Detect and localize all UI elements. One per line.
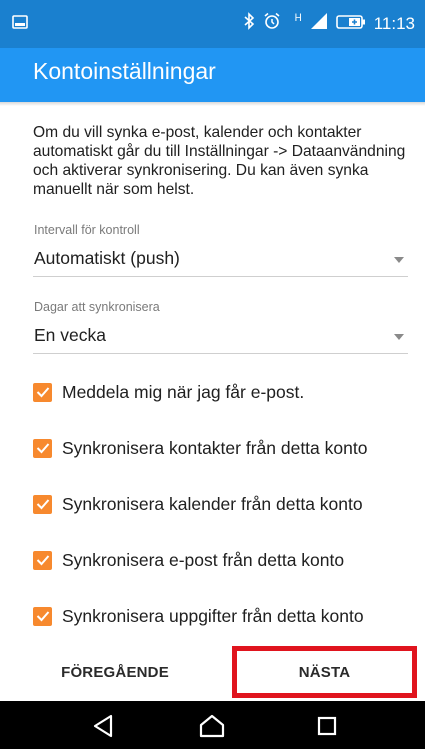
dropdown-arrow-icon — [394, 257, 404, 263]
highlight-box — [232, 646, 417, 698]
checkbox-label: Synkronisera uppgifter från detta konto — [62, 605, 364, 626]
page-title: Kontoinställningar — [33, 58, 216, 84]
home-icon[interactable] — [198, 713, 226, 739]
sync-info-text: Om du vill synka e-post, kalender och ko… — [33, 124, 406, 198]
checkbox-checked-icon — [33, 550, 52, 570]
sync-tasks-checkbox[interactable]: Synkronisera uppgifter från detta konto — [33, 601, 364, 631]
app-bar-shadow — [0, 102, 425, 106]
alarm-icon — [263, 12, 281, 35]
sync-contacts-checkbox[interactable]: Synkronisera kontakter från detta konto — [33, 433, 367, 463]
sync-email-checkbox[interactable]: Synkronisera e-post från detta konto — [33, 545, 344, 575]
network-type-label: H — [294, 13, 302, 24]
checkbox-checked-icon — [33, 494, 52, 514]
dropdown-arrow-icon — [394, 334, 404, 340]
sync-days-dropdown[interactable]: En vecka — [33, 320, 408, 354]
checkbox-checked-icon — [33, 606, 52, 626]
checkbox-label: Synkronisera e-post från detta konto — [62, 549, 345, 570]
sync-days-label: Dagar att synkronisera — [34, 300, 160, 314]
sync-days-value: En vecka — [34, 325, 106, 345]
back-icon[interactable] — [89, 713, 117, 739]
gallery-icon — [12, 14, 28, 34]
check-interval-label: Intervall för kontroll — [34, 223, 140, 237]
status-bar: H 11:13 — [0, 0, 425, 48]
check-interval-dropdown[interactable]: Automatiskt (push) — [33, 243, 408, 277]
bluetooth-icon — [243, 12, 255, 35]
app-bar: Kontoinställningar — [0, 48, 425, 102]
checkbox-checked-icon — [33, 382, 52, 402]
clock: 11:13 — [373, 13, 415, 33]
battery-icon — [335, 14, 366, 34]
checkbox-label: Meddela mig när jag får e-post. — [62, 381, 305, 402]
notify-new-mail-checkbox[interactable]: Meddela mig när jag får e-post. — [33, 377, 304, 407]
recent-apps-icon[interactable] — [313, 713, 341, 739]
previous-button[interactable]: FÖREGÅENDE — [30, 646, 200, 698]
check-interval-value: Automatiskt (push) — [34, 248, 180, 268]
checkbox-checked-icon — [33, 438, 52, 458]
checkbox-label: Synkronisera kontakter från detta konto — [62, 437, 368, 458]
sync-calendar-checkbox[interactable]: Synkronisera kalender från detta konto — [33, 489, 363, 519]
navigation-bar — [0, 701, 425, 749]
checkbox-label: Synkronisera kalender från detta konto — [62, 493, 363, 514]
signal-icon — [310, 12, 328, 35]
